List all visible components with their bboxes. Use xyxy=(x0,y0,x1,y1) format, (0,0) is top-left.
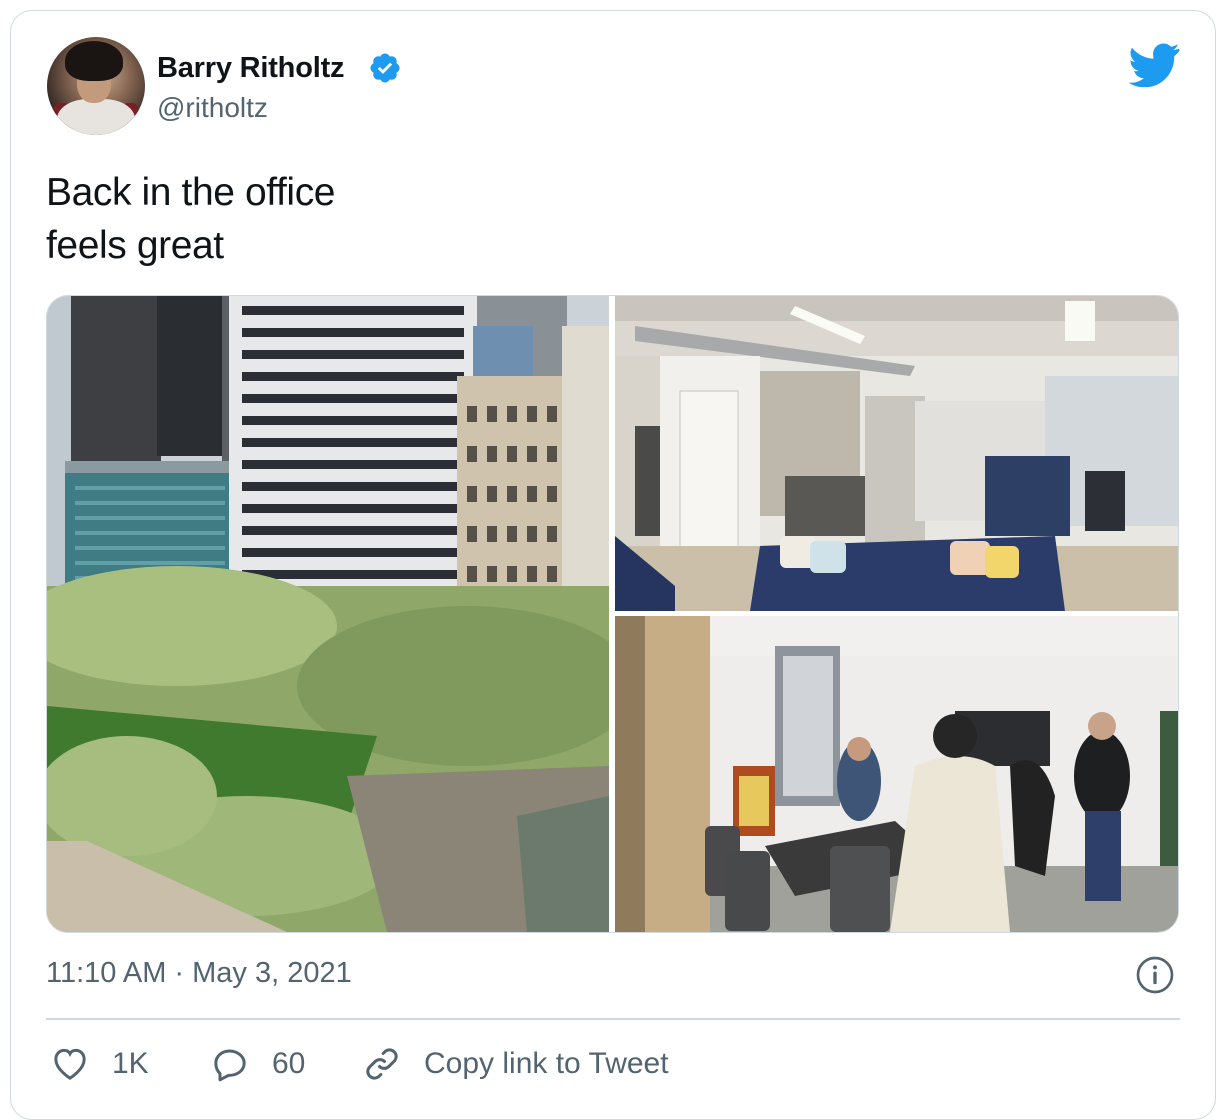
tweet-text-line: feels great xyxy=(46,224,224,267)
reply-count: 60 xyxy=(272,1047,306,1080)
tweet-text: Back in the office feels great xyxy=(46,166,335,272)
verified-badge-icon xyxy=(370,53,400,83)
office-lounge-photo[interactable] xyxy=(615,296,1178,611)
author-name[interactable]: Barry Ritholtz xyxy=(157,52,345,85)
like-count: 1K xyxy=(112,1047,149,1080)
author-handle[interactable]: @ritholtz xyxy=(157,92,268,124)
copy-link-label: Copy link to Tweet xyxy=(424,1047,669,1080)
conference-room-photo[interactable] xyxy=(615,616,1178,932)
city-park-photo[interactable] xyxy=(47,296,609,932)
heart-icon xyxy=(54,1048,86,1080)
reply-button[interactable]: 60 xyxy=(210,1044,305,1084)
twitter-bird-icon[interactable] xyxy=(1128,43,1180,87)
tweet-timestamp[interactable]: 11:10 AM · May 3, 2021 xyxy=(46,957,352,990)
tweet-text-line: Back in the office xyxy=(46,171,336,214)
reply-bubble-icon xyxy=(214,1049,246,1082)
avatar[interactable] xyxy=(47,37,145,135)
like-button[interactable]: 1K xyxy=(50,1044,149,1084)
copy-link-button[interactable]: Copy link to Tweet xyxy=(362,1044,669,1084)
media-grid xyxy=(46,295,1179,933)
info-icon[interactable] xyxy=(1135,955,1175,995)
link-icon xyxy=(366,1048,398,1080)
divider xyxy=(46,1018,1180,1020)
